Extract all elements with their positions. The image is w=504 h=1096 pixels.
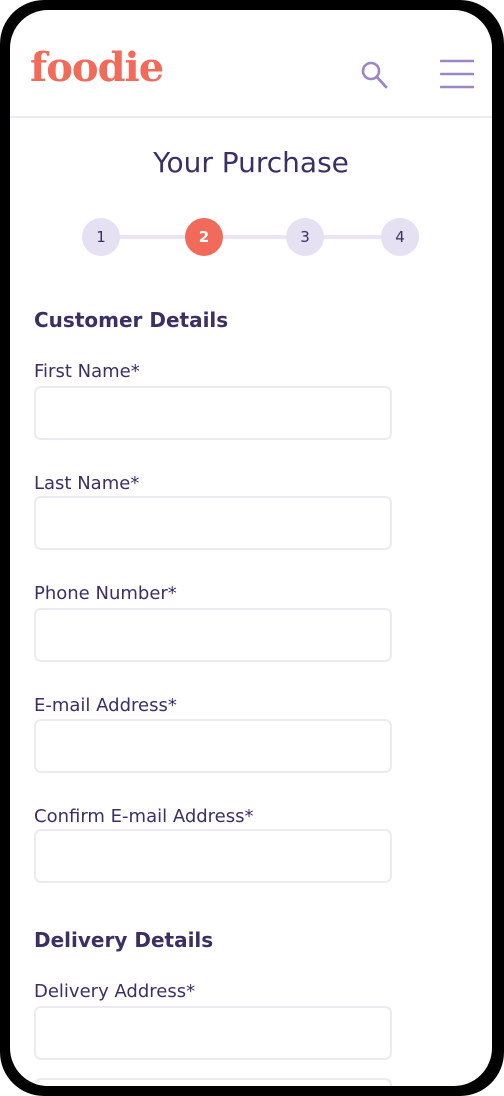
device-frame: foodie Your Purchase 1 2 3 4 Customer De… [0,0,504,1096]
delivery-address-label: Delivery Address* [34,981,196,1002]
step-4[interactable]: 4 [381,218,419,256]
brand-logo[interactable]: foodie [30,48,164,88]
last-name-input[interactable] [34,496,392,550]
first-name-label: First Name* [34,361,140,382]
confirm-email-input[interactable] [34,829,392,883]
app-header: foodie [10,10,492,118]
last-name-label: Last Name* [34,473,140,494]
screen: foodie Your Purchase 1 2 3 4 Customer De… [10,10,492,1086]
step-1[interactable]: 1 [82,218,120,256]
delivery-details-heading: Delivery Details [34,928,214,952]
confirm-email-label: Confirm E-mail Address* [34,806,254,827]
menu-button[interactable] [439,58,475,92]
progress-stepper: 1 2 3 4 [10,216,492,260]
hamburger-menu-icon [439,59,475,89]
delivery-address-line2-input[interactable] [34,1078,392,1086]
step-2-current[interactable]: 2 [185,218,223,256]
customer-details-heading: Customer Details [34,308,229,332]
stepper-track [102,235,402,239]
step-3[interactable]: 3 [286,218,324,256]
first-name-input[interactable] [34,386,392,440]
delivery-address-input[interactable] [34,1006,392,1060]
email-label: E-mail Address* [34,695,177,716]
page-title: Your Purchase [153,146,349,179]
email-input[interactable] [34,719,392,773]
search-icon [361,61,388,89]
phone-number-label: Phone Number* [34,583,177,604]
search-button[interactable] [358,58,392,92]
phone-number-input[interactable] [34,608,392,662]
